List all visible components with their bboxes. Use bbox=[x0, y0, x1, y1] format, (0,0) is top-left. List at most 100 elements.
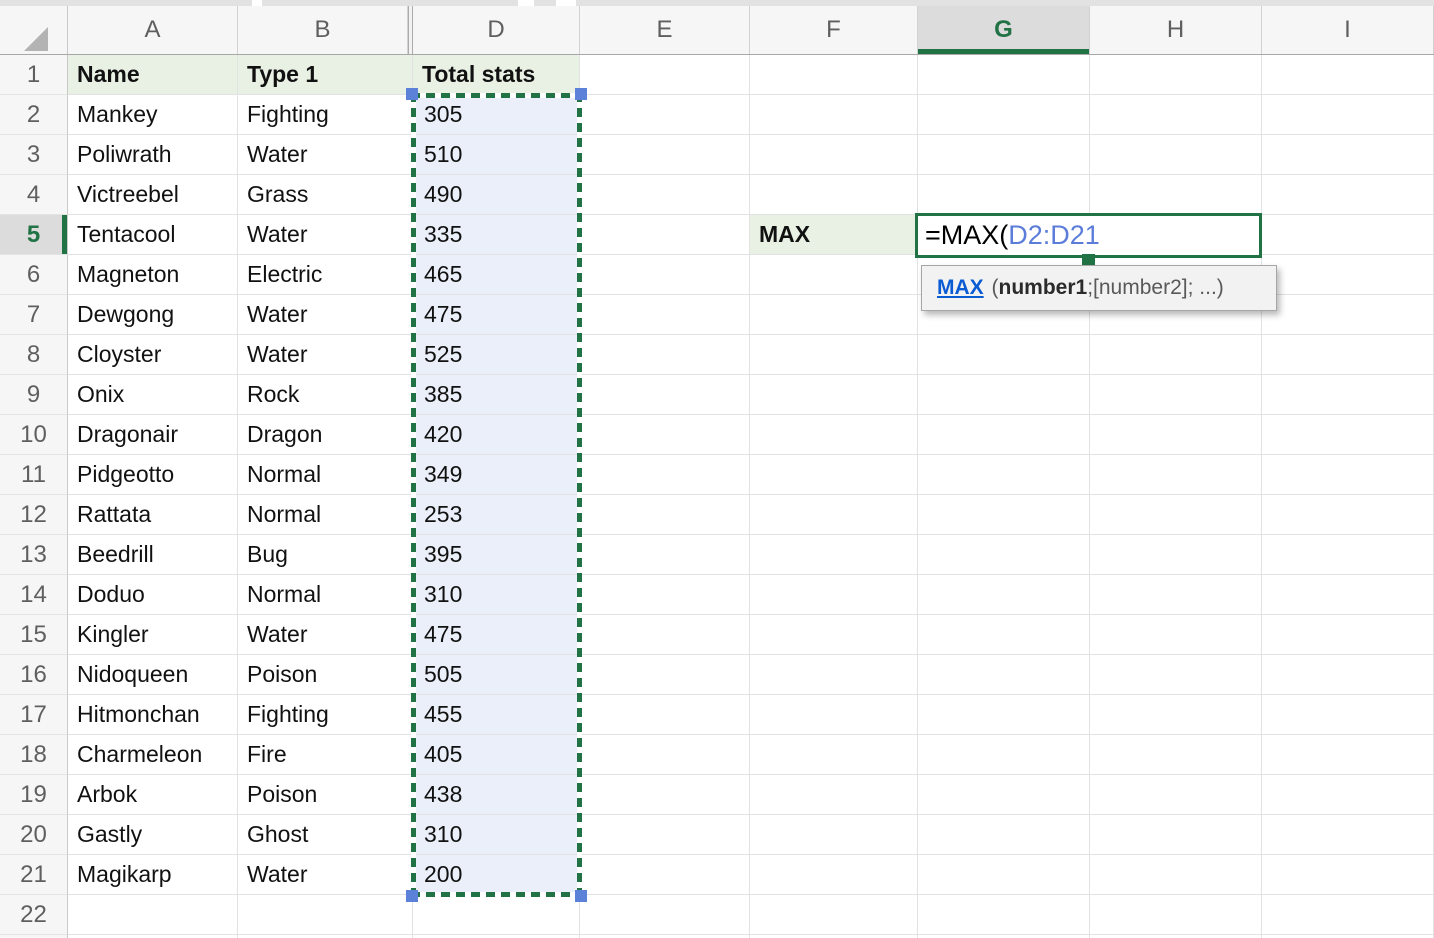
cell-G9[interactable] bbox=[918, 375, 1090, 415]
cell-I22[interactable] bbox=[1262, 895, 1434, 935]
cell-A20[interactable]: Gastly bbox=[68, 815, 238, 855]
cell-F10[interactable] bbox=[750, 415, 918, 455]
cell-B19[interactable]: Poison bbox=[238, 775, 413, 815]
cell-A16[interactable]: Nidoqueen bbox=[68, 655, 238, 695]
cell-D5[interactable]: 335 bbox=[413, 215, 580, 255]
selection-handle-bottom-right[interactable] bbox=[575, 890, 587, 902]
cell-A11[interactable]: Pidgeotto bbox=[68, 455, 238, 495]
cell-H17[interactable] bbox=[1090, 695, 1262, 735]
cell-B2[interactable]: Fighting bbox=[238, 95, 413, 135]
cell-D22[interactable] bbox=[413, 895, 580, 935]
cell-B7[interactable]: Water bbox=[238, 295, 413, 335]
cell-F11[interactable] bbox=[750, 455, 918, 495]
cell-D9[interactable]: 385 bbox=[413, 375, 580, 415]
cell-A4[interactable]: Victreebel bbox=[68, 175, 238, 215]
cell-B5[interactable]: Water bbox=[238, 215, 413, 255]
cell-E20[interactable] bbox=[580, 815, 750, 855]
cell-B4[interactable]: Grass bbox=[238, 175, 413, 215]
cell-A6[interactable]: Magneton bbox=[68, 255, 238, 295]
cell-F9[interactable] bbox=[750, 375, 918, 415]
selection-handle-bottom-left[interactable] bbox=[406, 890, 418, 902]
cell-I14[interactable] bbox=[1262, 575, 1434, 615]
row-header-14[interactable]: 14 bbox=[0, 575, 68, 615]
cell-E3[interactable] bbox=[580, 135, 750, 175]
cell-E8[interactable] bbox=[580, 335, 750, 375]
cell-F14[interactable] bbox=[750, 575, 918, 615]
cell-D18[interactable]: 405 bbox=[413, 735, 580, 775]
cell-E7[interactable] bbox=[580, 295, 750, 335]
cell-E17[interactable] bbox=[580, 695, 750, 735]
cell-I13[interactable] bbox=[1262, 535, 1434, 575]
cell-E10[interactable] bbox=[580, 415, 750, 455]
cell-H8[interactable] bbox=[1090, 335, 1262, 375]
cell-I17[interactable] bbox=[1262, 695, 1434, 735]
cell-G11[interactable] bbox=[918, 455, 1090, 495]
column-header-I[interactable]: I bbox=[1262, 6, 1434, 54]
cell-F8[interactable] bbox=[750, 335, 918, 375]
cell-E12[interactable] bbox=[580, 495, 750, 535]
cell-D1[interactable]: Total stats bbox=[413, 55, 580, 95]
cell-D13[interactable]: 395 bbox=[413, 535, 580, 575]
cell-I21[interactable] bbox=[1262, 855, 1434, 895]
cell-E1[interactable] bbox=[580, 55, 750, 95]
row-header-18[interactable]: 18 bbox=[0, 735, 68, 775]
cell-G22[interactable] bbox=[918, 895, 1090, 935]
cell-E14[interactable] bbox=[580, 575, 750, 615]
cell-B13[interactable]: Bug bbox=[238, 535, 413, 575]
cell-F2[interactable] bbox=[750, 95, 918, 135]
row-header-8[interactable]: 8 bbox=[0, 335, 68, 375]
cell-B10[interactable]: Dragon bbox=[238, 415, 413, 455]
cell-G2[interactable] bbox=[918, 95, 1090, 135]
row-header-10[interactable]: 10 bbox=[0, 415, 68, 455]
cell-D3[interactable]: 510 bbox=[413, 135, 580, 175]
row-header-7[interactable]: 7 bbox=[0, 295, 68, 335]
cell-G3[interactable] bbox=[918, 135, 1090, 175]
cell-H13[interactable] bbox=[1090, 535, 1262, 575]
cell-G1[interactable] bbox=[918, 55, 1090, 95]
cell-D4[interactable]: 490 bbox=[413, 175, 580, 215]
cell-F22[interactable] bbox=[750, 895, 918, 935]
row-header-17[interactable]: 17 bbox=[0, 695, 68, 735]
row-header-21[interactable]: 21 bbox=[0, 855, 68, 895]
cell-A8[interactable]: Cloyster bbox=[68, 335, 238, 375]
cell-H3[interactable] bbox=[1090, 135, 1262, 175]
cell-I6[interactable] bbox=[1262, 255, 1434, 295]
cell-H20[interactable] bbox=[1090, 815, 1262, 855]
formula-edit-box[interactable]: =MAX(D2:D21 bbox=[915, 213, 1262, 258]
cell-H9[interactable] bbox=[1090, 375, 1262, 415]
column-header-F[interactable]: F bbox=[750, 6, 918, 54]
cell-G4[interactable] bbox=[918, 175, 1090, 215]
column-header-H[interactable]: H bbox=[1090, 6, 1262, 54]
cell-I16[interactable] bbox=[1262, 655, 1434, 695]
cell-A15[interactable]: Kingler bbox=[68, 615, 238, 655]
column-header-B[interactable]: B bbox=[238, 6, 408, 54]
cell-I7[interactable] bbox=[1262, 295, 1434, 335]
selection-handle-top-left[interactable] bbox=[406, 88, 418, 100]
row-header-19[interactable]: 19 bbox=[0, 775, 68, 815]
row-header-12[interactable]: 12 bbox=[0, 495, 68, 535]
cell-A17[interactable]: Hitmonchan bbox=[68, 695, 238, 735]
cell-B15[interactable]: Water bbox=[238, 615, 413, 655]
cell-D11[interactable]: 349 bbox=[413, 455, 580, 495]
cell-D17[interactable]: 455 bbox=[413, 695, 580, 735]
cell-A13[interactable]: Beedrill bbox=[68, 535, 238, 575]
cell-G16[interactable] bbox=[918, 655, 1090, 695]
cell-B11[interactable]: Normal bbox=[238, 455, 413, 495]
cell-E15[interactable] bbox=[580, 615, 750, 655]
cell-A10[interactable]: Dragonair bbox=[68, 415, 238, 455]
cell-G19[interactable] bbox=[918, 775, 1090, 815]
row-header-4[interactable]: 4 bbox=[0, 175, 68, 215]
cell-E4[interactable] bbox=[580, 175, 750, 215]
cell-G10[interactable] bbox=[918, 415, 1090, 455]
cell-H14[interactable] bbox=[1090, 575, 1262, 615]
cell-B1[interactable]: Type 1 bbox=[238, 55, 413, 95]
cell-A12[interactable]: Rattata bbox=[68, 495, 238, 535]
cell-B18[interactable]: Fire bbox=[238, 735, 413, 775]
row-header-20[interactable]: 20 bbox=[0, 815, 68, 855]
cell-A21[interactable]: Magikarp bbox=[68, 855, 238, 895]
row-header-6[interactable]: 6 bbox=[0, 255, 68, 295]
cell-E6[interactable] bbox=[580, 255, 750, 295]
cell-F6[interactable] bbox=[750, 255, 918, 295]
cell-G15[interactable] bbox=[918, 615, 1090, 655]
cell-F3[interactable] bbox=[750, 135, 918, 175]
